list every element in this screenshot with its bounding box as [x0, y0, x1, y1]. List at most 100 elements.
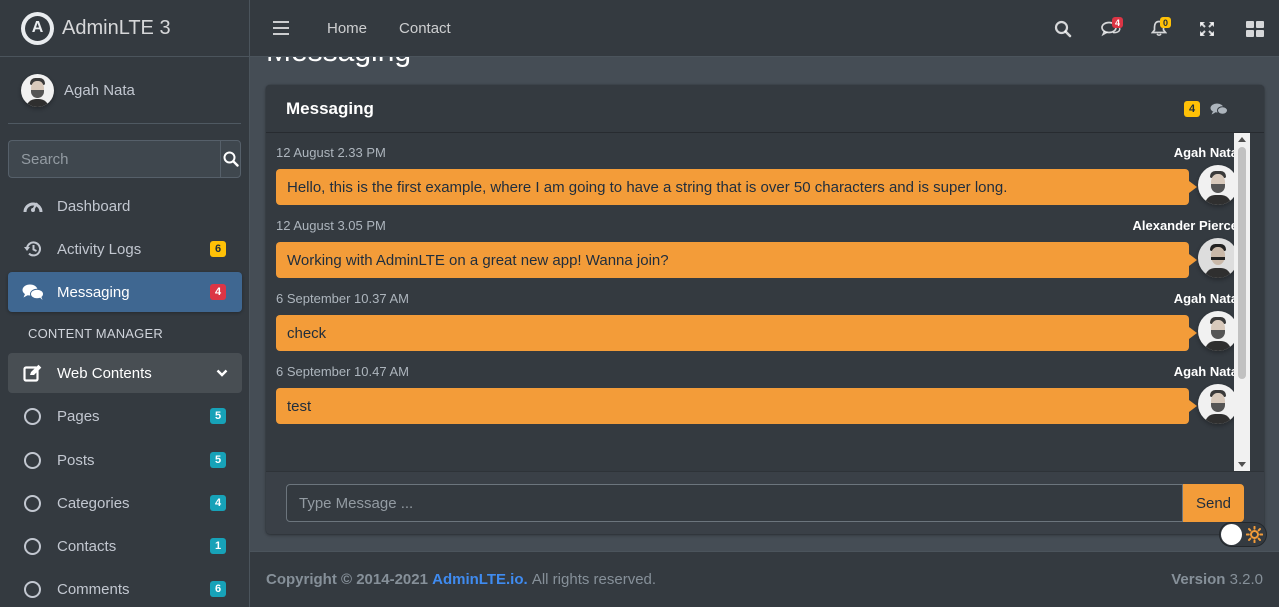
- circle-icon: [20, 406, 45, 426]
- navbar-fullscreen-button[interactable]: [1183, 0, 1231, 57]
- messages-count-badge: 4: [1112, 17, 1123, 28]
- pages-badge: 5: [210, 408, 226, 424]
- dark-mode-toggle[interactable]: [1219, 522, 1267, 547]
- nav-header-content-manager: CONTENT MANAGER: [28, 326, 163, 341]
- nav-link-home[interactable]: Home: [327, 20, 367, 37]
- message-bubble: Hello, this is the first example, where …: [276, 169, 1197, 205]
- nav-item-categories[interactable]: Categories 4: [8, 483, 242, 523]
- brand-link[interactable]: A AdminLTE 3: [0, 0, 249, 57]
- messaging-badge: 4: [210, 284, 226, 300]
- categories-badge: 4: [210, 495, 226, 511]
- messages-scrollbar[interactable]: [1234, 133, 1250, 471]
- nav-label: Comments: [57, 580, 130, 598]
- messaging-card: Messaging 4 12 August 2.33 PM Agah Nata …: [266, 85, 1264, 534]
- main-footer: Copyright © 2014-2021 AdminLTE.io. All r…: [250, 551, 1279, 607]
- messages-total-badge: 4: [1184, 101, 1200, 117]
- message-sender-name: Agah Nata: [1173, 291, 1238, 306]
- navbar-search-button[interactable]: [1039, 0, 1087, 57]
- message-avatar: [1198, 311, 1238, 351]
- search-icon: [1054, 20, 1072, 37]
- nav-item-web-contents[interactable]: Web Contents: [8, 353, 242, 393]
- nav-label: Activity Logs: [57, 240, 142, 258]
- version-label: Version: [1171, 571, 1226, 588]
- sidebar-search-button[interactable]: [220, 140, 241, 178]
- nav-label: Pages: [57, 407, 100, 425]
- footer-link[interactable]: AdminLTE.io.: [432, 571, 528, 588]
- message-timestamp: 12 August 2.33 PM: [276, 145, 386, 160]
- th-large-icon: [1246, 20, 1264, 37]
- nav-label: Web Contents: [57, 364, 152, 382]
- edit-icon: [20, 363, 45, 383]
- top-navbar: Home Contact 4 0: [250, 0, 1279, 57]
- history-icon: [20, 239, 45, 259]
- nav-item-messaging[interactable]: Messaging 4: [8, 272, 242, 312]
- message-timestamp: 6 September 10.37 AM: [276, 291, 409, 306]
- search-icon: [223, 151, 239, 167]
- toggle-knob: [1221, 524, 1242, 545]
- rights-text: All rights reserved.: [531, 571, 657, 588]
- comments-icon[interactable]: [1210, 102, 1228, 116]
- activity-logs-badge: 6: [210, 241, 226, 257]
- circle-icon: [20, 579, 45, 599]
- navbar-notifications-button[interactable]: 0: [1135, 0, 1183, 57]
- message-sender-name: Agah Nata: [1173, 364, 1238, 379]
- navbar-right-icons: 4 0: [1039, 0, 1279, 57]
- sun-icon: [1246, 526, 1263, 543]
- notifications-count-badge: 0: [1160, 17, 1171, 28]
- message-avatar: [1198, 384, 1238, 424]
- direct-chat-messages[interactable]: 12 August 2.33 PM Agah Nata Hello, this …: [266, 133, 1264, 471]
- card-footer: Send: [266, 471, 1264, 534]
- copyright-text: Copyright © 2014-2021: [266, 571, 428, 588]
- message-bubble: check: [276, 315, 1197, 351]
- brand-logo: A: [21, 11, 54, 45]
- scrollbar-thumb[interactable]: [1238, 147, 1246, 379]
- nav-label: Posts: [57, 451, 95, 469]
- main-sidebar: A AdminLTE 3 Agah Nata Dashboard Activit…: [0, 0, 250, 607]
- contacts-badge: 1: [210, 538, 226, 554]
- nav-item-dashboard[interactable]: Dashboard: [8, 186, 242, 226]
- nav-item-posts[interactable]: Posts 5: [8, 440, 242, 480]
- page-title: Messaging: [266, 57, 411, 69]
- user-avatar: [21, 73, 54, 107]
- nav-link-contact[interactable]: Contact: [399, 20, 451, 37]
- message-timestamp: 12 August 3.05 PM: [276, 218, 386, 233]
- expand-arrows-icon: [1200, 21, 1214, 36]
- circle-icon: [20, 450, 45, 470]
- nav-item-contacts[interactable]: Contacts 1: [8, 526, 242, 566]
- brand-text: AdminLTE 3: [62, 16, 171, 39]
- nav-item-activity-logs[interactable]: Activity Logs 6: [8, 229, 242, 269]
- version-info: Version 3.2.0: [1171, 571, 1263, 588]
- sidebar-search-input[interactable]: [8, 140, 220, 178]
- nav-item-pages[interactable]: Pages 5: [8, 396, 242, 436]
- message-sender-name: Agah Nata: [1173, 145, 1238, 160]
- message-timestamp: 6 September 10.47 AM: [276, 364, 409, 379]
- sidebar-search: [8, 140, 241, 178]
- message-bubble: Working with AdminLTE on a great new app…: [276, 242, 1197, 278]
- message-list: 12 August 2.33 PM Agah Nata Hello, this …: [276, 133, 1238, 471]
- send-button[interactable]: Send: [1183, 484, 1244, 522]
- message-bubble: test: [276, 388, 1197, 424]
- nav-item-comments[interactable]: Comments 6: [8, 569, 242, 607]
- nav-label: Categories: [57, 494, 130, 512]
- card-title: Messaging: [286, 98, 374, 118]
- comments-badge: 6: [210, 581, 226, 597]
- message-input[interactable]: [286, 484, 1183, 522]
- nav-label: Dashboard: [57, 197, 131, 215]
- scroll-up-arrow-icon[interactable]: [1238, 137, 1246, 142]
- page-title-wrapper: Messaging: [250, 57, 1279, 84]
- card-header: Messaging 4: [266, 85, 1264, 133]
- hamburger-menu-icon[interactable]: [273, 21, 289, 35]
- message-sender-name: Alexander Pierce: [1132, 218, 1238, 233]
- card-tools: 4: [1184, 101, 1228, 117]
- navbar-control-sidebar-button[interactable]: [1231, 0, 1279, 57]
- scroll-down-arrow-icon[interactable]: [1238, 462, 1246, 467]
- nav-label: Contacts: [57, 537, 117, 555]
- user-panel[interactable]: Agah Nata: [8, 57, 241, 124]
- navbar-messages-button[interactable]: 4: [1087, 0, 1135, 57]
- comments-icon: [20, 282, 45, 302]
- brand-logo-letter: A: [25, 15, 50, 41]
- message-avatar: [1198, 238, 1238, 278]
- message-avatar: [1198, 165, 1238, 205]
- chevron-down-icon: [216, 369, 228, 377]
- user-name[interactable]: Agah Nata: [64, 82, 135, 99]
